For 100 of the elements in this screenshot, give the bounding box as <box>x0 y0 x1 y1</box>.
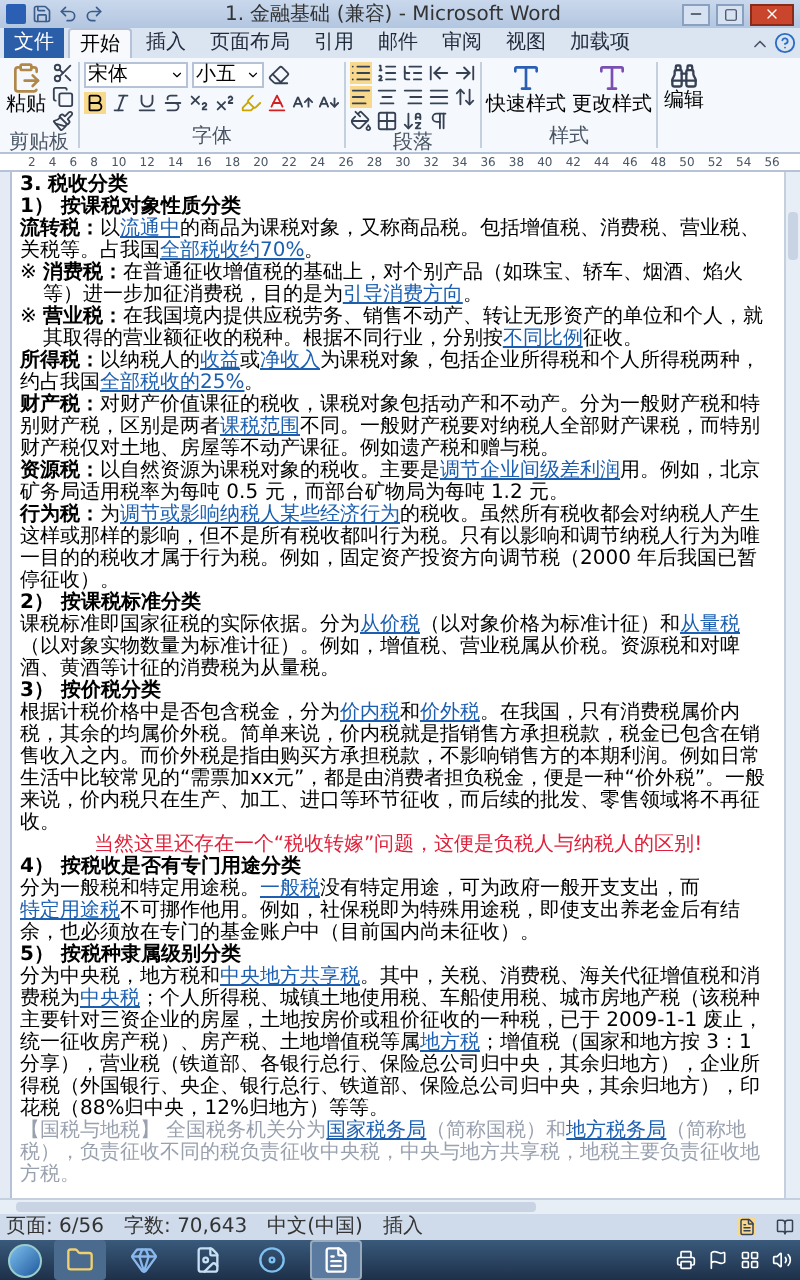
increase-indent-icon[interactable] <box>454 62 476 84</box>
close-icon[interactable] <box>764 6 780 22</box>
ribbon-tab[interactable]: 加载项 <box>560 28 640 58</box>
scroll-thumb[interactable] <box>788 212 798 260</box>
group-label: 段落 <box>391 132 435 154</box>
justify-icon[interactable] <box>428 86 450 108</box>
subheading: 5） 按税种隶属级别分类 <box>20 944 241 966</box>
scroll-thumb[interactable] <box>16 1202 536 1212</box>
dropdown-caret-icon[interactable] <box>246 68 260 82</box>
sort-icon[interactable] <box>402 110 424 132</box>
hyperlink[interactable]: 调节企业间级差利润 <box>440 460 620 482</box>
vertical-scrollbar[interactable] <box>784 172 800 1198</box>
reading-view-icon[interactable] <box>776 1218 794 1236</box>
volume-icon[interactable] <box>772 1250 792 1270</box>
hyperlink[interactable]: 净收入 <box>260 350 320 372</box>
file-menu-button[interactable]: 文件 <box>4 28 64 58</box>
group-label: 剪贴板 <box>7 132 71 154</box>
maximize-button[interactable] <box>716 3 744 25</box>
bold-icon[interactable] <box>84 92 106 114</box>
taskbar-button[interactable] <box>310 1240 362 1280</box>
ribbon-tab[interactable]: 插入 <box>136 28 196 58</box>
hyperlink[interactable]: 中央地方共享税 <box>220 966 360 988</box>
horizontal-scrollbar[interactable] <box>0 1198 800 1214</box>
quick-styles-button[interactable]: 快速样式 <box>486 62 566 126</box>
align-left-icon[interactable] <box>350 86 372 108</box>
copy-icon[interactable] <box>52 86 74 108</box>
hyperlink[interactable]: 全部税收约70% <box>160 240 305 262</box>
clear-format-icon[interactable] <box>268 64 290 86</box>
letter-style-icon <box>510 62 542 94</box>
paragraph: 资源税：以自然资源为课税对象的税收。主要是调节企业间级差利润用。例如，北京矿务局适用税率为每吨 0.5 元，而部台矿物局为每吨 1.2 元。 <box>20 460 762 504</box>
hyperlink[interactable]: 引导消费方向 <box>342 284 463 306</box>
decrease-indent-icon[interactable] <box>428 62 450 84</box>
flag-icon[interactable] <box>708 1250 728 1270</box>
language-indicator[interactable]: 中文(中国) <box>267 1215 363 1239</box>
undo-icon[interactable] <box>58 4 78 24</box>
ribbon-tab[interactable]: 引用 <box>304 28 364 58</box>
hyperlink[interactable]: 从量税 <box>680 614 740 636</box>
font-name-field[interactable]: 宋体 <box>84 62 188 88</box>
highlighted-note: 当然这里还存在一个“税收转嫁”问题，这便是负税人与纳税人的区别! <box>93 834 705 856</box>
hyperlink[interactable]: 调节或影响纳税人某些经济行为 <box>120 504 400 526</box>
hyperlink[interactable]: 价外税 <box>420 702 480 724</box>
folder-icon <box>66 1246 94 1274</box>
editing-button[interactable]: 编辑 <box>664 62 704 148</box>
maximize-icon[interactable] <box>723 7 737 21</box>
close-button[interactable] <box>750 3 794 25</box>
shrink-font-icon[interactable] <box>318 92 340 114</box>
change-styles-button[interactable]: 更改样式 <box>572 62 652 126</box>
word-count[interactable]: 字数: 70,643 <box>124 1215 248 1239</box>
hyperlink[interactable]: 收益 <box>200 350 240 372</box>
ribbon-tab[interactable]: 邮件 <box>368 28 428 58</box>
dropdown-caret-icon[interactable] <box>170 68 184 82</box>
underline-icon[interactable] <box>136 92 158 114</box>
print-layout-icon[interactable] <box>738 1218 756 1236</box>
start-orb-icon[interactable] <box>8 1243 42 1277</box>
page-count[interactable]: 页面: 6/56 <box>6 1215 105 1239</box>
bullet-mark: ※ <box>20 262 37 288</box>
hyperlink[interactable]: 价内税 <box>340 702 400 724</box>
subscript-icon[interactable] <box>188 92 210 114</box>
hyperlink[interactable]: 一般税 <box>260 878 320 900</box>
redo-icon[interactable] <box>84 4 104 24</box>
paste-button[interactable]: 粘贴 <box>4 62 48 132</box>
multilevel-list-icon[interactable] <box>402 62 424 84</box>
ribbon-tab[interactable]: 页面布局 <box>200 28 300 58</box>
hyperlink[interactable]: 地方税务局 <box>566 1120 667 1142</box>
line-spacing-icon[interactable] <box>454 86 476 108</box>
hyperlink[interactable]: 流通中 <box>120 218 180 240</box>
save-icon[interactable] <box>32 4 52 24</box>
window-title: 1. 金融基础 (兼容) - Microsoft Word <box>222 1 564 27</box>
italic-icon[interactable] <box>110 92 132 114</box>
minimize-button[interactable] <box>682 3 710 25</box>
cut-icon[interactable] <box>52 62 74 84</box>
font-size-field[interactable]: 小五 <box>192 62 264 88</box>
format-painter-icon[interactable] <box>52 110 74 132</box>
ribbon-tab[interactable]: 审阅 <box>432 28 492 58</box>
bullet-list-icon[interactable] <box>350 62 372 84</box>
shading-icon[interactable] <box>350 110 372 132</box>
align-center-icon[interactable] <box>376 86 398 108</box>
hyperlink[interactable]: 课税范围 <box>220 416 300 438</box>
ribbon-tab[interactable]: 视图 <box>496 28 556 58</box>
hyperlink[interactable]: 从价税 <box>360 614 420 636</box>
strikethrough-icon[interactable] <box>162 92 184 114</box>
hyperlink[interactable]: 国家税务局 <box>326 1120 427 1142</box>
bullet-mark: ※ <box>20 306 37 332</box>
borders-icon[interactable] <box>376 110 398 132</box>
show-marks-icon[interactable] <box>428 110 450 132</box>
help-icon[interactable] <box>774 32 796 54</box>
clipboard-icon[interactable] <box>10 62 42 94</box>
ribbon-tab[interactable]: 开始 <box>68 28 132 58</box>
align-right-icon[interactable] <box>402 86 424 108</box>
numbered-list-icon[interactable] <box>376 62 398 84</box>
superscript-icon[interactable] <box>214 92 236 114</box>
grow-font-icon[interactable] <box>292 92 314 114</box>
insert-mode-indicator[interactable]: 插入 <box>382 1215 423 1239</box>
hyperlink[interactable]: 全部税收的25% <box>100 372 245 394</box>
hyperlink[interactable]: 不同比例 <box>502 328 583 350</box>
hyperlink[interactable]: 地方税 <box>420 1032 480 1054</box>
font-color-icon[interactable] <box>266 92 288 114</box>
hyperlink[interactable]: 特定用途税 <box>20 900 120 922</box>
hyperlink[interactable]: 中央税 <box>80 988 140 1010</box>
printer-icon[interactable] <box>676 1250 696 1270</box>
